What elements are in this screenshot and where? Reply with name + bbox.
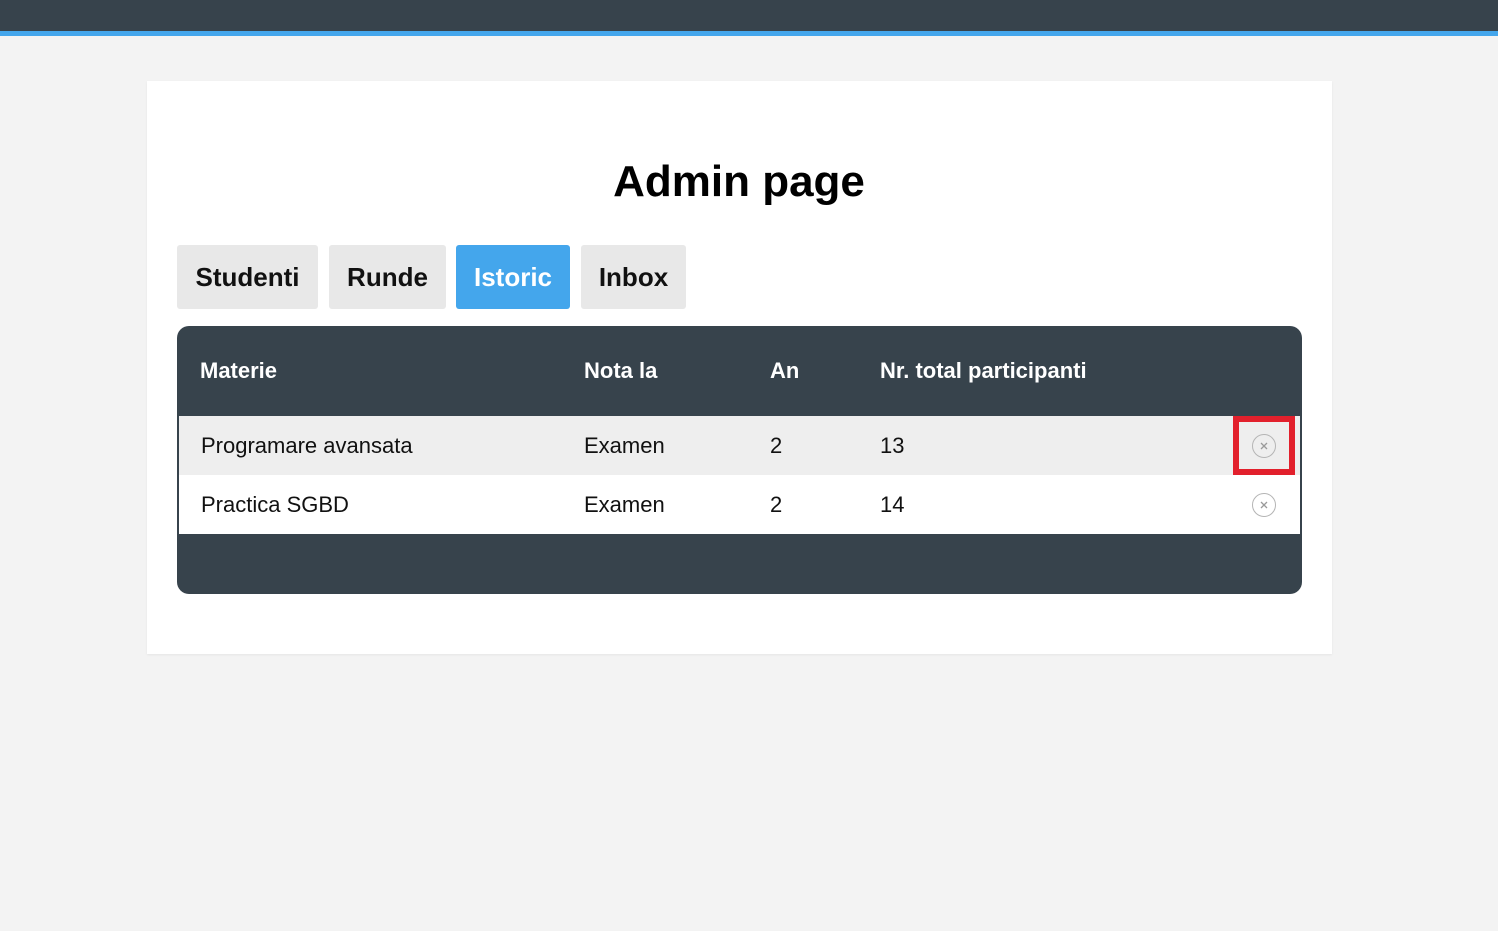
cell-nota-la: Examen	[584, 492, 665, 517]
cell-materie: Programare avansata	[201, 433, 413, 458]
column-header-materie[interactable]: Materie	[200, 326, 277, 416]
column-header-an[interactable]: An	[770, 326, 799, 416]
table-row: Programare avansata Examen 2 13	[179, 416, 1300, 475]
tab-istoric[interactable]: Istoric	[456, 245, 570, 309]
tab-label: Runde	[347, 261, 428, 292]
tab-label: Inbox	[598, 261, 669, 292]
tab-label: Studenti	[195, 261, 300, 292]
tab-label: Istoric	[473, 261, 553, 292]
tab-runde[interactable]: Runde	[329, 245, 446, 309]
cell-an: 2	[770, 492, 783, 517]
delete-row-button[interactable]	[1233, 416, 1295, 475]
history-table: Materie Nota la An Nr. total participant…	[177, 326, 1302, 594]
table-header: Materie Nota la An Nr. total participant…	[177, 326, 1302, 416]
page-title: Admin page	[613, 157, 865, 206]
tab-inbox[interactable]: Inbox	[581, 245, 686, 309]
column-header-nota-la[interactable]: Nota la	[584, 326, 657, 416]
tab-studenti[interactable]: Studenti	[177, 245, 318, 309]
cell-materie: Practica SGBD	[201, 492, 349, 517]
cell-participanti: 13	[880, 433, 905, 458]
close-circle-icon	[1252, 492, 1276, 517]
top-navbar	[0, 0, 1498, 36]
column-header-participanti[interactable]: Nr. total participanti	[880, 326, 1087, 416]
close-circle-icon	[1252, 433, 1276, 458]
delete-row-button[interactable]	[1233, 475, 1295, 534]
cell-participanti: 14	[880, 492, 905, 517]
cell-an: 2	[770, 433, 783, 458]
table-row: Practica SGBD Examen 2 14	[179, 475, 1300, 534]
cell-nota-la: Examen	[584, 433, 665, 458]
